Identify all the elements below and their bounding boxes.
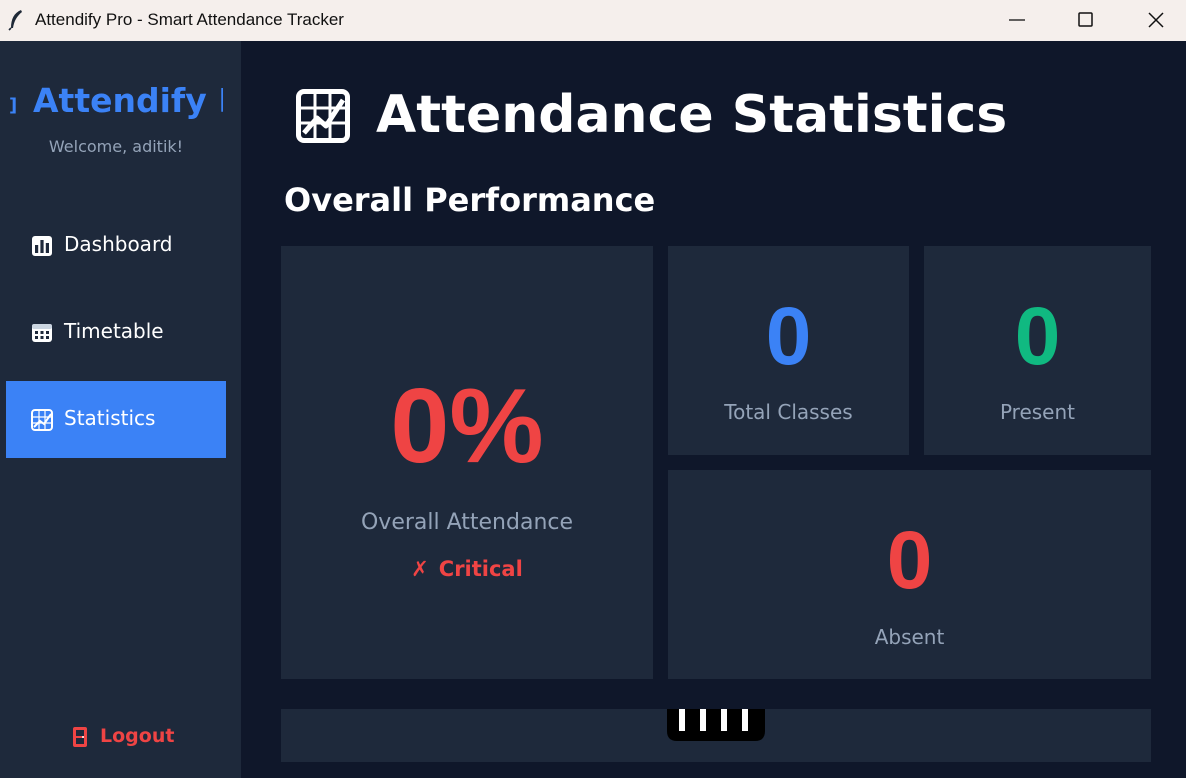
sidebar: ] Attendify P Welcome, aditik! Dashboard… [0,41,241,778]
door-icon [73,727,87,747]
overall-attendance-card: 0% Overall Attendance ✗ Critical [281,246,653,679]
chart-increasing-icon [31,409,53,431]
present-card: 0 Present [924,246,1151,455]
status-text: Critical [438,557,523,581]
minimize-icon [1009,19,1025,21]
cross-mark-icon: ✗ [411,557,429,581]
absent-card: 0 Absent [668,470,1151,679]
main-content: Attendance Statistics Overall Performanc… [241,41,1186,778]
calendar-icon [32,324,52,342]
page-title: Attendance Statistics [376,85,1008,145]
sidebar-item-label: Dashboard [64,232,173,256]
chart-increasing-icon [296,89,350,143]
bar-chart-icon [32,236,52,256]
total-classes-card: 0 Total Classes [668,246,909,455]
subject-breakdown-card [281,709,1151,762]
overall-attendance-label: Overall Attendance [360,510,574,535]
maximize-icon [1078,12,1093,27]
title-bar: Attendify Pro - Smart Attendance Tracker [0,0,1186,41]
section-title: Overall Performance [284,181,656,219]
brand-bracket: ] [9,95,18,116]
minimize-button[interactable] [986,0,1048,41]
close-button[interactable] [1125,0,1186,41]
sidebar-item-statistics[interactable]: Statistics [6,381,226,458]
calendar-icon [667,709,765,741]
sidebar-item-label: Statistics [64,406,156,430]
absent-value: 0 [886,515,933,606]
overall-attendance-value: 0% [390,367,544,485]
absent-label: Absent [874,625,945,649]
close-icon [1148,12,1164,28]
total-classes-value: 0 [765,291,812,382]
sidebar-item-timetable[interactable]: Timetable [6,294,226,371]
present-label: Present [999,400,1076,424]
window-title: Attendify Pro - Smart Attendance Tracker [35,10,344,29]
total-classes-label: Total Classes [724,400,853,424]
sidebar-item-label: Timetable [64,319,164,343]
brand-title: Attendify P [33,81,223,120]
welcome-text: Welcome, aditik! [48,137,184,156]
maximize-button[interactable] [1055,0,1117,41]
status-badge: ✗ Critical [281,557,653,581]
sidebar-item-dashboard[interactable]: Dashboard [6,207,226,284]
logout-label: Logout [100,725,175,747]
present-value: 0 [1014,291,1061,382]
feather-icon [8,10,22,31]
